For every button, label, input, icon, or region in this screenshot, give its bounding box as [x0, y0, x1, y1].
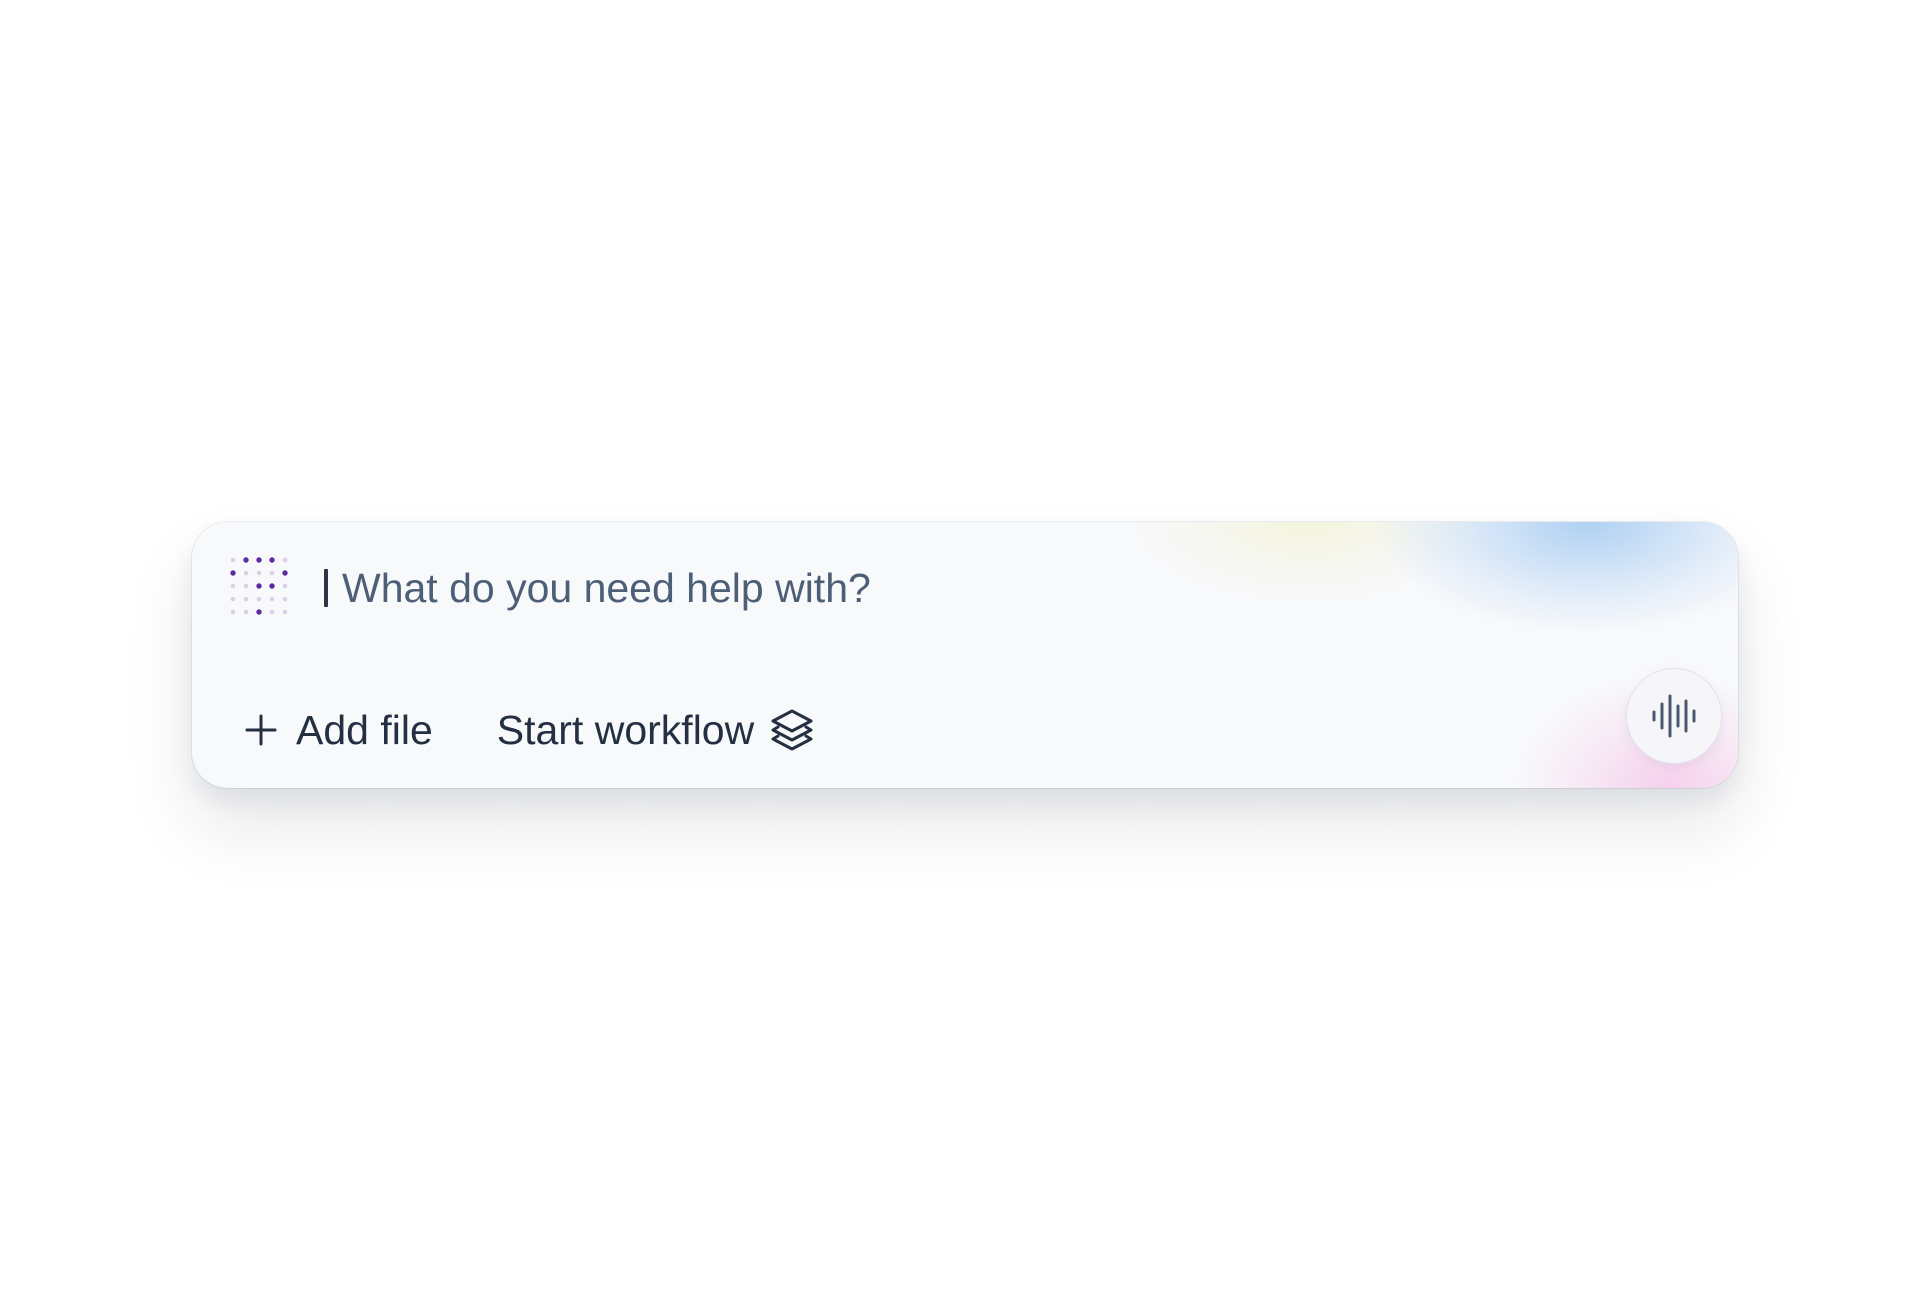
prompt-composer: Add file Start workflow	[192, 522, 1738, 788]
logo-dot	[243, 583, 249, 589]
add-file-label: Add file	[296, 706, 433, 753]
add-file-button[interactable]: Add file	[244, 707, 433, 754]
sound-wave-icon	[1652, 694, 1696, 738]
dot-grid-logo-icon	[230, 557, 288, 615]
logo-dot	[269, 609, 275, 615]
composer-actions: Add file Start workflow	[244, 702, 816, 758]
logo-dot	[256, 583, 262, 589]
prompt-input[interactable]	[342, 564, 1242, 612]
text-caret	[324, 569, 328, 607]
logo-dot	[230, 557, 236, 563]
logo-dot	[282, 596, 288, 602]
plus-icon	[245, 714, 277, 746]
logo-dot	[230, 583, 236, 589]
prompt-row	[324, 560, 1242, 616]
logo-dot	[269, 596, 275, 602]
page: Add file Start workflow	[0, 0, 1920, 1301]
voice-input-button[interactable]	[1626, 668, 1722, 764]
logo-dot	[282, 583, 288, 589]
layers-icon	[771, 709, 813, 751]
start-workflow-button[interactable]: Start workflow	[497, 706, 816, 754]
logo-dot	[243, 570, 249, 576]
logo-dot	[282, 557, 288, 563]
logo-dot	[243, 557, 249, 563]
logo-dot	[269, 557, 275, 563]
logo-dot	[256, 596, 262, 602]
logo-dot	[230, 596, 236, 602]
logo-dot	[269, 570, 275, 576]
logo-dot	[230, 609, 236, 615]
logo-dot	[269, 583, 275, 589]
logo-dot	[230, 570, 236, 576]
logo-dot	[256, 609, 262, 615]
logo-dot	[243, 596, 249, 602]
logo-dot	[282, 609, 288, 615]
start-workflow-label: Start workflow	[496, 706, 755, 753]
logo-dot	[243, 609, 249, 615]
logo-dot	[256, 570, 262, 576]
decorative-glow-blue	[1378, 522, 1738, 632]
logo-dot	[282, 570, 288, 576]
logo-dot	[256, 557, 262, 563]
